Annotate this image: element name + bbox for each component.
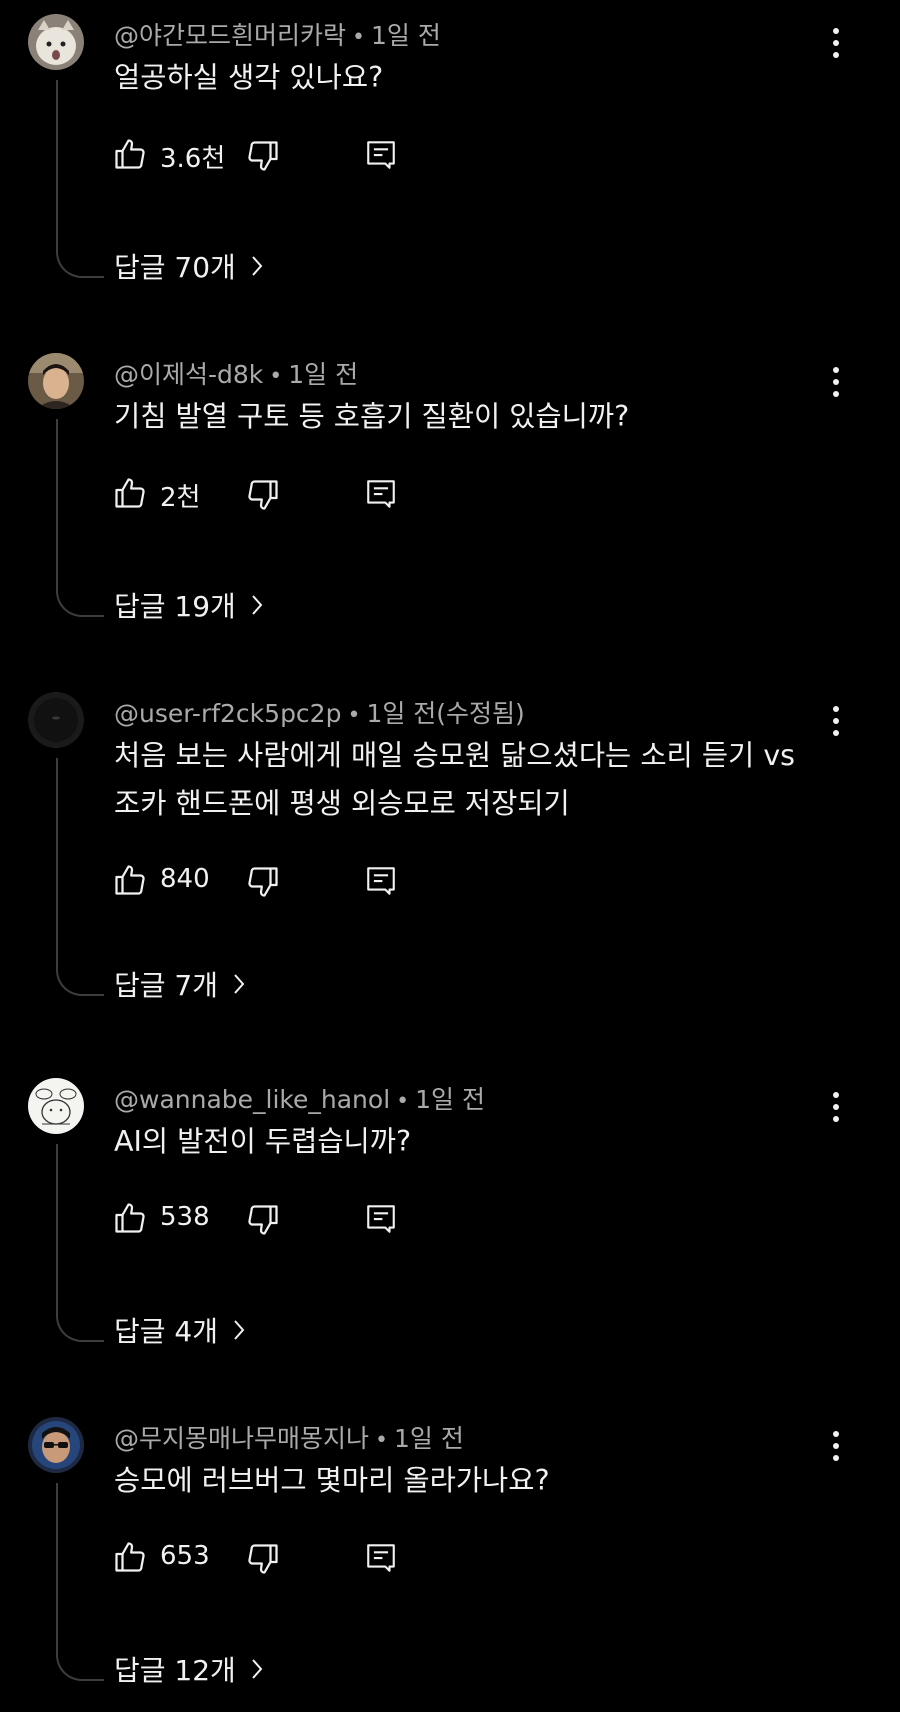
- thread-line: [56, 1483, 104, 1681]
- thumb-up-icon[interactable]: [112, 1200, 148, 1236]
- chevron-right-icon: [252, 256, 263, 276]
- comment-meta: @무지몽매나무매몽지나 • 1일 전: [114, 1419, 464, 1455]
- comment-time: 1일 전: [394, 1424, 464, 1453]
- replies-label: 답글 70개: [114, 251, 236, 284]
- comment-reply-icon[interactable]: [364, 477, 398, 511]
- separator-dot: •: [396, 1089, 410, 1114]
- view-replies-button[interactable]: 답글 70개: [114, 246, 264, 286]
- separator-dot: •: [375, 1428, 388, 1453]
- comment-text-line: 얼공하실 생각 있나요?: [114, 61, 384, 94]
- comment-actions: 840: [112, 862, 412, 902]
- like-count: 538: [160, 1202, 210, 1232]
- thread-line: [56, 1144, 104, 1342]
- comment-reply-icon[interactable]: [364, 1202, 398, 1236]
- replies-label: 답글 4개: [114, 1315, 218, 1348]
- comment-reply-icon[interactable]: [364, 864, 398, 898]
- comment-reply-icon[interactable]: [364, 1541, 398, 1575]
- replies-label: 답글 12개: [114, 1654, 236, 1687]
- separator-dot: •: [269, 364, 283, 389]
- comment-meta: @야간모드흰머리카락 • 1일 전: [114, 16, 441, 52]
- view-replies-button[interactable]: 답글 7개: [114, 964, 246, 1004]
- comment-author[interactable]: @야간모드흰머리카락: [114, 21, 346, 50]
- comment-author[interactable]: @user-rf2ck5pc2p: [114, 699, 341, 728]
- comment-time: 1일 전(수정됨): [366, 699, 525, 728]
- comment-actions: 653: [112, 1539, 412, 1579]
- comment-text-line: 처음 보는 사람에게 매일 승모원 닮으셨다는 소리 듣기 vs: [114, 739, 796, 772]
- like-count: 2천: [160, 483, 201, 513]
- thumb-down-icon[interactable]: [245, 1202, 281, 1238]
- comment-actions: 2천: [112, 475, 412, 515]
- replies-label: 답글 7개: [114, 969, 218, 1002]
- thread-line: [56, 758, 104, 996]
- like-count: 3.6천: [160, 144, 226, 174]
- comment-author[interactable]: @wannabe_like_hanol: [114, 1085, 390, 1114]
- comment-text-line: 승모에 러브버그 몇마리 올라가나요?: [114, 1464, 550, 1497]
- avatar[interactable]: [28, 14, 84, 70]
- comment-time: 1일 전: [371, 21, 441, 50]
- separator-dot: •: [347, 703, 361, 728]
- thumb-up-icon[interactable]: [112, 862, 148, 898]
- comment-meta: @user-rf2ck5pc2p • 1일 전(수정됨): [114, 694, 525, 730]
- comment-time: 1일 전: [415, 1085, 485, 1114]
- comment-meta: @이제석-d8k • 1일 전: [114, 355, 358, 391]
- comment-reply-icon[interactable]: [364, 138, 398, 172]
- chevron-right-icon: [252, 1659, 263, 1679]
- avatar[interactable]: [28, 1417, 84, 1473]
- comment-actions: 3.6천: [112, 136, 412, 176]
- thumb-down-icon[interactable]: [245, 477, 281, 513]
- replies-label: 답글 19개: [114, 590, 236, 623]
- thread-line: [56, 419, 104, 617]
- comment-text: 얼공하실 생각 있나요?: [114, 54, 834, 102]
- chevron-right-icon: [234, 974, 245, 994]
- thumb-down-icon[interactable]: [245, 138, 281, 174]
- comment-text-line: 조카 핸드폰에 평생 외승모로 저장되기: [114, 787, 570, 820]
- comment-text-line: 기침 발열 구토 등 호흡기 질환이 있습니까?: [114, 400, 630, 433]
- comment-text: 승모에 러브버그 몇마리 올라가나요?: [114, 1457, 834, 1505]
- view-replies-button[interactable]: 답글 19개: [114, 585, 264, 625]
- chevron-right-icon: [234, 1320, 245, 1340]
- thumb-down-icon[interactable]: [245, 1541, 281, 1577]
- thumb-up-icon[interactable]: [112, 136, 148, 172]
- like-count: 840: [160, 864, 210, 894]
- thread-line: [56, 80, 104, 278]
- avatar[interactable]: [28, 1078, 84, 1134]
- comment-text: 처음 보는 사람에게 매일 승모원 닮으셨다는 소리 듣기 vs 조카 핸드폰에…: [114, 732, 834, 828]
- view-replies-button[interactable]: 답글 12개: [114, 1649, 264, 1689]
- comment-meta: @wannabe_like_hanol • 1일 전: [114, 1080, 485, 1116]
- thumb-up-icon[interactable]: [112, 475, 148, 511]
- comment-author[interactable]: @무지몽매나무매몽지나: [114, 1424, 369, 1453]
- comment-author[interactable]: @이제석-d8k: [114, 360, 263, 389]
- avatar[interactable]: [28, 353, 84, 409]
- avatar[interactable]: [28, 692, 84, 748]
- comment-text-line: AI의 발전이 두렵습니까?: [114, 1125, 412, 1158]
- separator-dot: •: [352, 25, 365, 50]
- comment-time: 1일 전: [288, 360, 359, 389]
- comment-text: 기침 발열 구토 등 호흡기 질환이 있습니까?: [114, 393, 834, 441]
- thumb-down-icon[interactable]: [245, 864, 281, 900]
- comment-text: AI의 발전이 두렵습니까?: [114, 1118, 834, 1166]
- comment-actions: 538: [112, 1200, 412, 1240]
- like-count: 653: [160, 1541, 210, 1571]
- chevron-right-icon: [252, 595, 263, 615]
- view-replies-button[interactable]: 답글 4개: [114, 1310, 246, 1350]
- thumb-up-icon[interactable]: [112, 1539, 148, 1575]
